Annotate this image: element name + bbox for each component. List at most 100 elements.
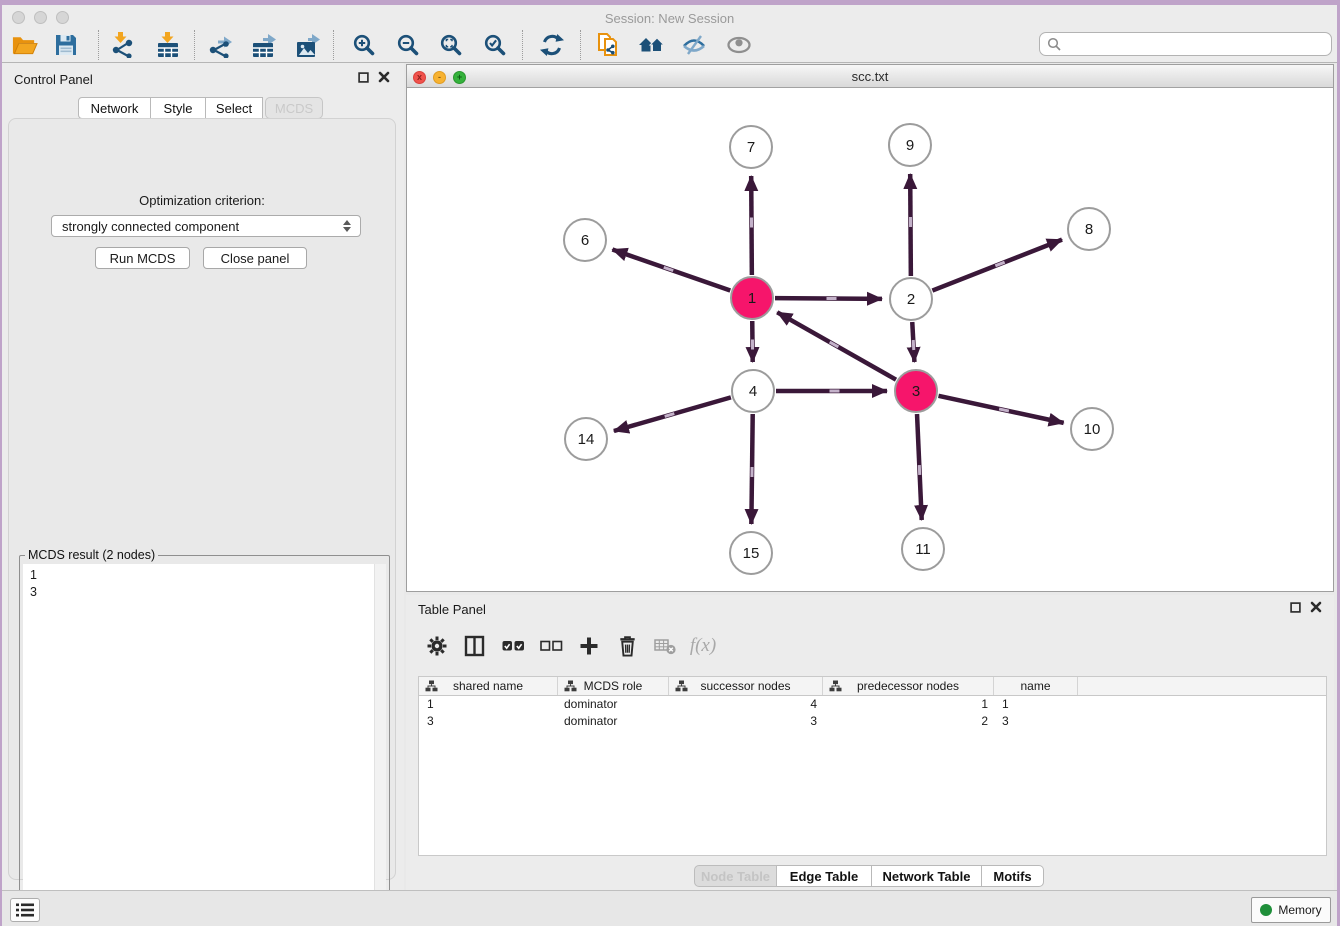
column-header-mcds-role[interactable]: MCDS role <box>558 677 669 695</box>
show-graphics-details-button[interactable] <box>725 31 753 59</box>
column-pane-button[interactable] <box>456 635 494 657</box>
table-cell[interactable]: 1 <box>419 696 558 713</box>
table-panel: Table Panel <box>406 595 1334 890</box>
table-cell[interactable]: 2 <box>823 713 994 730</box>
tab-motifs[interactable]: Motifs <box>982 865 1044 887</box>
network-overview-button[interactable] <box>637 31 665 59</box>
zoom-out-icon <box>396 33 420 57</box>
result-scrollbar[interactable] <box>374 564 386 922</box>
table-cell[interactable]: dominator <box>558 696 669 713</box>
float-panel-icon[interactable] <box>358 72 369 83</box>
tab-network-table[interactable]: Network Table <box>872 865 982 887</box>
table-cell[interactable]: 1 <box>823 696 994 713</box>
close-panel-icon[interactable] <box>1310 601 1322 613</box>
homes-icon <box>638 33 664 57</box>
mcds-panel: Optimization criterion: strongly connect… <box>8 118 396 880</box>
tab-style[interactable]: Style <box>151 97 206 119</box>
mcds-result-text[interactable]: 1 3 <box>23 564 386 922</box>
column-label: predecessor nodes <box>857 679 959 693</box>
node-label: 1 <box>748 290 756 307</box>
export-image-button[interactable] <box>294 31 322 59</box>
zoom-selected-button[interactable] <box>481 31 509 59</box>
table-body: 1dominator4113dominator323 <box>419 696 1326 730</box>
export-table-button[interactable] <box>250 31 278 59</box>
search-input[interactable] <box>1039 32 1332 56</box>
add-column-button[interactable] <box>570 635 608 657</box>
edge-label <box>750 217 753 227</box>
zoom-in-button[interactable] <box>350 31 378 59</box>
control-panel-tabs: Network Style Select MCDS <box>78 97 323 119</box>
table-cell[interactable]: 1 <box>994 696 1078 713</box>
node-label: 15 <box>743 545 760 562</box>
column-header-successor-nodes[interactable]: successor nodes <box>669 677 823 695</box>
network-window-titlebar[interactable]: x - + scc.txt <box>407 65 1333 88</box>
delete-table-button[interactable] <box>646 636 684 656</box>
node-label: 11 <box>915 541 931 558</box>
tree-icon <box>829 680 842 692</box>
column-header-predecessor-nodes[interactable]: predecessor nodes <box>823 677 994 695</box>
table-cell[interactable]: 3 <box>419 713 558 730</box>
tab-network[interactable]: Network <box>78 97 151 119</box>
mcds-result-title: MCDS result (2 nodes) <box>25 548 158 562</box>
run-mcds-button[interactable]: Run MCDS <box>95 247 190 269</box>
task-history-button[interactable] <box>10 898 40 922</box>
criterion-select[interactable]: strongly connected component <box>51 215 361 237</box>
delete-column-button[interactable] <box>608 634 646 658</box>
result-line: 3 <box>30 584 386 601</box>
result-line: 1 <box>30 567 386 584</box>
toolbar-separator <box>98 30 99 60</box>
table-settings-button[interactable] <box>418 635 456 657</box>
node-label: 9 <box>906 137 914 154</box>
select-all-button[interactable] <box>494 640 532 652</box>
close-panel-icon[interactable] <box>378 71 390 83</box>
node-label: 3 <box>912 383 920 400</box>
zoom-fit-button[interactable] <box>437 31 465 59</box>
optimization-criterion-label: Optimization criterion: <box>9 193 395 208</box>
zoom-in-icon <box>352 33 376 57</box>
list-icon <box>16 903 34 917</box>
hide-details-icon <box>681 33 707 57</box>
delete-table-icon <box>654 636 677 656</box>
open-session-button[interactable] <box>10 31 38 59</box>
tab-edge-table[interactable]: Edge Table <box>777 865 872 887</box>
hide-graphics-details-button[interactable] <box>680 31 708 59</box>
node-table: shared name MCDS role successor nodes pr… <box>418 676 1327 856</box>
table-cell[interactable]: 4 <box>669 696 823 713</box>
tree-icon <box>675 680 688 692</box>
unchecked-boxes-icon <box>540 640 563 652</box>
import-table-button[interactable] <box>154 31 182 59</box>
node-label: 10 <box>1084 421 1101 438</box>
memory-button[interactable]: Memory <box>1251 897 1331 923</box>
tab-mcds[interactable]: MCDS <box>265 97 323 119</box>
table-toolbar: f(x) <box>418 625 1322 667</box>
save-session-button[interactable] <box>52 31 80 59</box>
memory-status-icon <box>1260 904 1272 916</box>
table-row[interactable]: 1dominator411 <box>419 696 1326 713</box>
column-header-name[interactable]: name <box>994 677 1078 695</box>
close-panel-button[interactable]: Close panel <box>203 247 307 269</box>
table-row[interactable]: 3dominator323 <box>419 713 1326 730</box>
export-network-button[interactable] <box>206 31 234 59</box>
network-graph[interactable]: 7968124314101511 <box>407 88 1333 592</box>
table-cell[interactable]: dominator <box>558 713 669 730</box>
table-cell[interactable]: 3 <box>994 713 1078 730</box>
function-builder-button[interactable]: f(x) <box>684 635 722 657</box>
node-label: 2 <box>907 291 915 308</box>
column-header-shared-name[interactable]: shared name <box>419 677 558 695</box>
table-cell[interactable]: 3 <box>669 713 823 730</box>
import-network-button[interactable] <box>108 31 136 59</box>
deselect-all-button[interactable] <box>532 640 570 652</box>
clone-network-icon <box>595 32 621 58</box>
float-panel-icon[interactable] <box>1290 602 1301 613</box>
tab-select[interactable]: Select <box>206 97 263 119</box>
refresh-icon <box>539 32 565 58</box>
node-label: 6 <box>581 232 589 249</box>
refresh-button[interactable] <box>538 31 566 59</box>
main-titlebar: Session: New Session <box>2 5 1337 28</box>
clone-network-button[interactable] <box>594 31 622 59</box>
export-table-icon <box>251 32 277 58</box>
tab-node-table[interactable]: Node Table <box>694 865 777 887</box>
column-label: name <box>1020 679 1050 693</box>
network-title: scc.txt <box>407 69 1333 84</box>
zoom-out-button[interactable] <box>394 31 422 59</box>
